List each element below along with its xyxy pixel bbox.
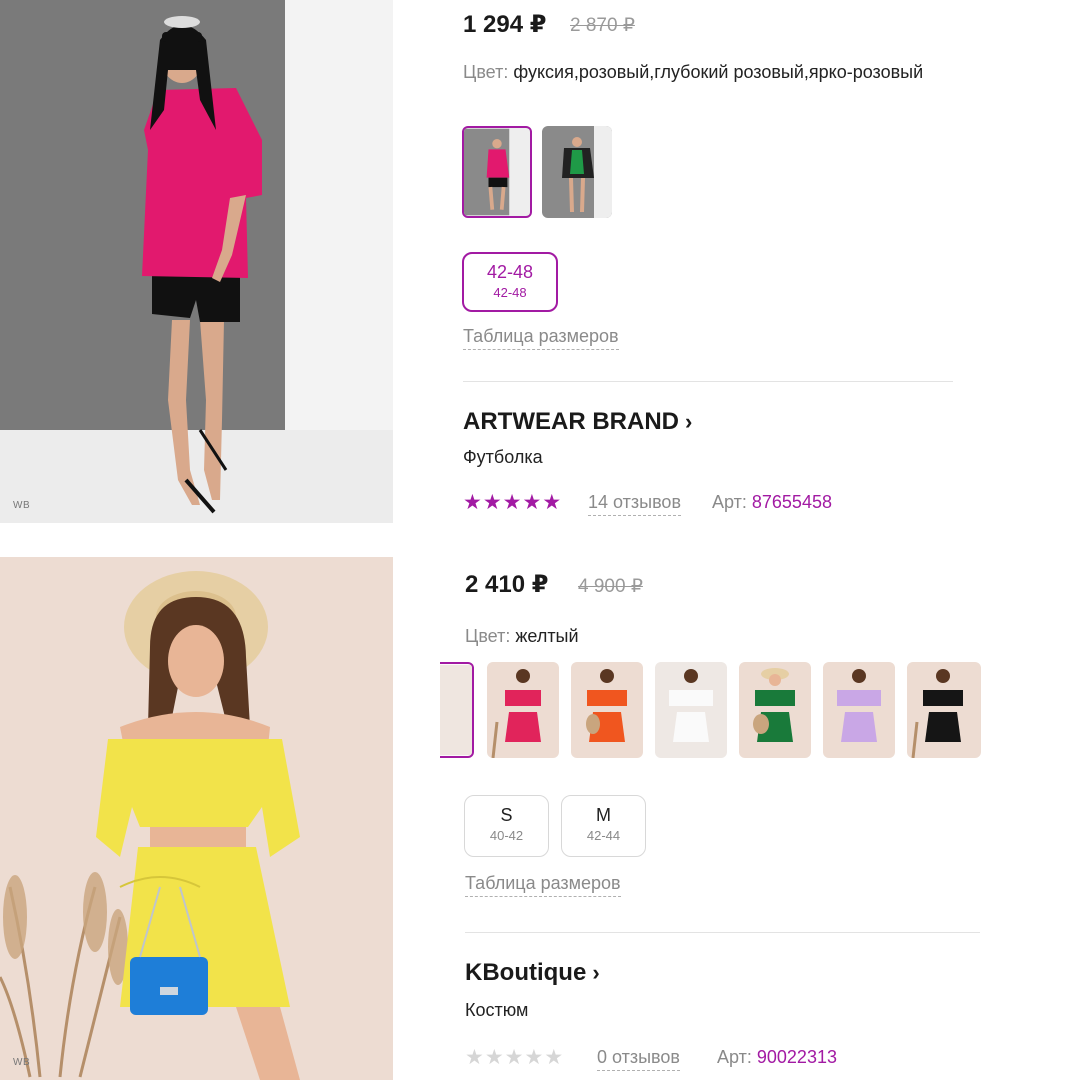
star-icon: ★ [463,491,483,514]
color-label: Цвет: [463,62,509,82]
art-label: Арт: [717,1047,752,1067]
color-swatch-orange[interactable] [571,662,643,758]
old-price: 4 900 ₽ [578,576,643,597]
current-price: 1 294 ₽ [463,11,547,38]
color-swatch-raspberry[interactable] [487,662,559,758]
product-photo-2[interactable]: WB [0,557,393,1080]
color-info: Цвет: фуксия,розовый,глубокий розовый,яр… [463,58,933,86]
brand-link[interactable]: KBoutique › [465,959,600,987]
art-number: 90022313 [756,1047,837,1067]
reviews-link[interactable]: 14 отзывов [588,492,682,516]
brand-link[interactable]: ARTWEAR BRAND › [463,408,692,436]
divider [463,381,953,382]
article-number: Арт: 87655458 [712,492,832,513]
size-range: 42-44 [586,828,621,843]
old-price: 2 870 ₽ [570,15,635,36]
brand-name: ARTWEAR BRAND [463,408,679,435]
divider [465,932,980,933]
star-icon: ★ [484,1046,505,1069]
star-icon: ★ [542,491,563,514]
size-option-m[interactable]: M 42-44 [561,795,646,857]
color-swatch-fuchsia[interactable] [462,126,532,218]
color-value: желтый [515,626,579,646]
size-label: 42-48 [486,262,534,282]
size-range: 42-48 [493,285,527,300]
color-swatch-black[interactable] [907,662,981,758]
color-swatch-green[interactable] [739,662,811,758]
brand-name: KBoutique [465,959,587,986]
size-table-link[interactable]: Таблица размеров [463,326,619,350]
star-icon: ★ [482,491,503,514]
color-swatch-yellow[interactable] [440,662,474,758]
rating-stars: ★★★★★ [465,1045,564,1070]
article-number: Арт: 90022313 [717,1047,837,1068]
watermark: WB [13,500,31,511]
watermark: WB [13,1057,31,1068]
rating-stars: ★★★★★ [463,490,562,515]
color-swatch-lilac[interactable] [823,662,895,758]
color-swatch-white[interactable] [655,662,727,758]
current-price: 2 410 ₽ [465,571,549,598]
chevron-right-icon: › [592,960,600,985]
size-label: S [500,805,513,825]
size-label: M [596,805,611,825]
product-photo-1[interactable]: WB [0,0,393,523]
color-swatch-green[interactable] [542,126,612,218]
color-value: фуксия,розовый,глубокий розовый,ярко-роз… [513,62,924,82]
art-number: 87655458 [751,492,832,512]
star-icon: ★ [544,1046,565,1069]
product-type: Футболка [463,447,543,467]
chevron-right-icon: › [684,409,693,434]
size-table-link[interactable]: Таблица размеров [465,873,621,897]
product-type: Костюм [465,1000,529,1020]
color-label: Цвет: [465,626,511,646]
art-label: Арт: [712,492,747,512]
star-icon: ★ [465,1046,485,1069]
color-info: Цвет: желтый [465,622,935,650]
size-range: 40-42 [489,828,524,843]
star-icon: ★ [502,491,523,514]
star-icon: ★ [524,1046,545,1069]
reviews-link[interactable]: 0 отзывов [597,1047,680,1071]
star-icon: ★ [504,1046,525,1069]
size-option-42-48[interactable]: 42-48 42-48 [462,252,558,312]
star-icon: ★ [522,491,543,514]
size-option-s[interactable]: S 40-42 [464,795,549,857]
